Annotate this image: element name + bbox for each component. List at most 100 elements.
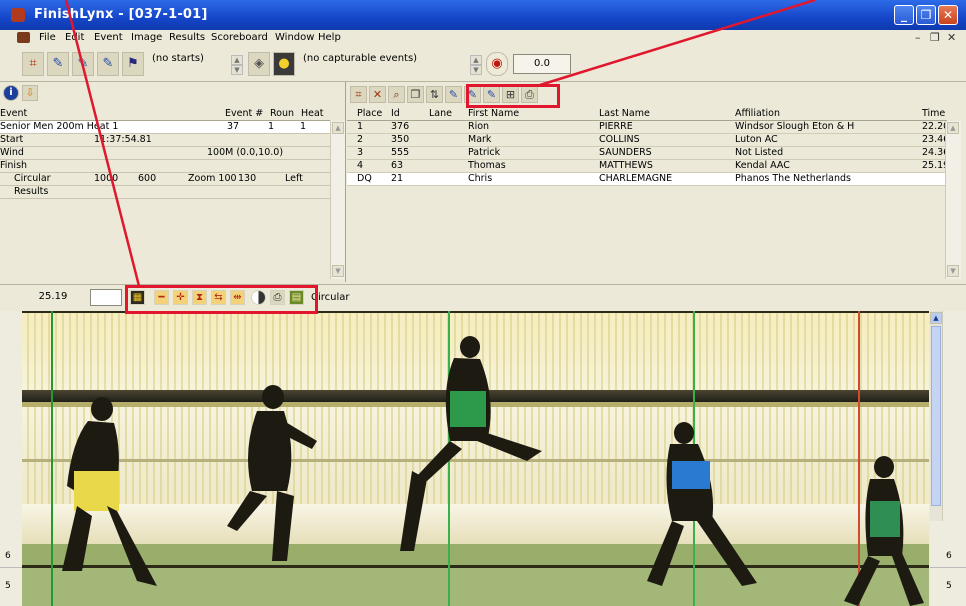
events-spin-up[interactable]: ▲ [470, 55, 482, 65]
starts-spin-down[interactable]: ▼ [231, 65, 243, 75]
edit-results-icon[interactable]: ✎ [445, 86, 462, 103]
image-tools-highlight [125, 285, 318, 314]
mdi-close-button[interactable]: ✕ [947, 31, 956, 44]
result-place: 4 [357, 160, 364, 171]
wind-value: 100M (0.0,10.0) [207, 147, 284, 158]
result-row[interactable]: 3 555 Patrick SAUNDERS Not Listed 24.36 [347, 147, 949, 160]
runner-silhouettes [62, 336, 924, 606]
minimize-button[interactable]: _ [894, 5, 914, 25]
mdi-restore-button[interactable]: ❐ [930, 31, 940, 44]
photo-finish-image[interactable] [22, 311, 929, 606]
finish-row[interactable]: Finish [0, 160, 330, 173]
result-affiliation: Not Listed [735, 147, 784, 158]
finish-label: Finish [0, 160, 28, 171]
starts-spin-up[interactable]: ▲ [231, 55, 243, 65]
result-row[interactable]: 1 376 Rion PIERRE Windsor Slough Eton & H 22.… [347, 121, 949, 134]
left-lane-5: 5 [5, 581, 11, 591]
result-id: 376 [391, 121, 410, 132]
results-scrollbar[interactable]: ▲ ▼ [945, 121, 961, 279]
result-place: DQ [357, 173, 372, 184]
results-row[interactable]: Results [0, 186, 330, 199]
runner-4 [647, 422, 757, 586]
result-id: 350 [391, 134, 410, 145]
result-last-name: SAUNDERS [599, 147, 652, 158]
wind-row[interactable]: Wind 100M (0.0,10.0) [0, 147, 330, 160]
wind-label: Wind [0, 147, 24, 158]
menu-bar: File Edit Event Image Results Scoreboard… [0, 30, 966, 47]
left-lane-6: 6 [5, 551, 11, 561]
header-first-name: First Name [468, 108, 520, 119]
info-icon[interactable]: i [3, 85, 19, 101]
result-last-name: PIERRE [599, 121, 633, 132]
menu-results[interactable]: Results [169, 32, 205, 43]
image-input-field[interactable] [90, 289, 122, 306]
close-button[interactable]: ✕ [938, 5, 958, 25]
result-first-name: Mark [468, 134, 492, 145]
events-spin-down[interactable]: ▼ [470, 65, 482, 75]
scroll-down-arrow[interactable]: ▼ [332, 265, 344, 277]
runner-2 [227, 385, 317, 561]
menu-window[interactable]: Window [275, 32, 314, 43]
results-scroll-up-arrow[interactable]: ▲ [947, 122, 959, 134]
result-first-name: Thomas [468, 160, 506, 171]
right-lane-6: 6 [946, 551, 952, 561]
document-icon[interactable] [17, 32, 30, 43]
header-event: Event [0, 108, 28, 119]
event-grid-header: Event Event # Roun Heat [0, 108, 330, 121]
results-label: Results [14, 186, 49, 197]
menu-edit[interactable]: Edit [65, 32, 84, 43]
result-first-name: Chris [468, 173, 493, 184]
download-arrow-icon[interactable]: ⇩ [22, 85, 38, 101]
stopwatch-icon[interactable]: ◉ [486, 52, 508, 76]
result-row[interactable]: DQ 21 Chris CHARLEMAGNE Phanos The Netherlan… [347, 173, 947, 186]
menu-help[interactable]: Help [318, 32, 341, 43]
event-row[interactable]: Senior Men 200m Heat 1 37 1 1 [0, 121, 330, 134]
circular-value-1: 1000 [94, 173, 119, 184]
delete-icon[interactable]: ✕ [369, 86, 386, 103]
menu-image[interactable]: Image [131, 32, 162, 43]
event-name: Senior Men 200m Heat 1 [0, 121, 119, 132]
header-heat: Heat [301, 108, 324, 119]
sort-icon[interactable]: ⇅ [426, 86, 443, 103]
event-panel: i ⇩ Event Event # Roun Heat Senior Men 2… [0, 82, 346, 282]
save-event-icon[interactable]: ✎ [72, 52, 94, 76]
mdi-minimize-button[interactable]: – [915, 31, 921, 44]
menu-file[interactable]: File [39, 32, 56, 43]
results-scroll-down-arrow[interactable]: ▼ [947, 265, 959, 277]
header-round: Roun [270, 108, 295, 119]
search-icon[interactable]: ⌕ [388, 86, 405, 103]
result-row[interactable]: 4 63 Thomas MATTHEWS Kendal AAC 25.19 [347, 160, 949, 173]
capturable-events-combo[interactable]: (no capturable events) [300, 51, 465, 77]
results-panel: ⌗ ✕ ⌕ ❐ ⇅ ✎ ✎ ✎ ⊞ ⎙ Place Id Lane First … [347, 82, 966, 282]
start-row[interactable]: Start 11:37:54.81 [0, 134, 330, 147]
photo-scrollbar[interactable]: ▲ [930, 311, 943, 521]
result-row[interactable]: 2 350 Mark COLLINS Luton AC 23.46 [347, 134, 949, 147]
event-round: 1 [268, 121, 275, 132]
new-event-icon[interactable]: ✎ [97, 52, 119, 76]
circular-row[interactable]: Circular 1000 600 Zoom 100 130 Left [0, 173, 330, 186]
menu-scoreboard[interactable]: Scoreboard [211, 32, 268, 43]
result-affiliation: Luton AC [735, 134, 778, 145]
photo-scroll-up-arrow[interactable]: ▲ [930, 312, 942, 324]
time-display: 0.0 [513, 54, 571, 74]
copy-icon[interactable]: ❐ [407, 86, 424, 103]
starts-combo[interactable]: (no starts) [149, 51, 229, 77]
result-affiliation: Windsor Slough Eton & H [735, 121, 855, 132]
starter-icon[interactable]: ⚑ [122, 52, 144, 76]
circular-direction: Left [285, 173, 303, 184]
capture-grid-icon[interactable]: ⌗ [350, 86, 367, 103]
maximize-button[interactable]: ❐ [916, 5, 936, 25]
result-place: 3 [357, 147, 364, 158]
result-first-name: Patrick [468, 147, 501, 158]
capture-grid-icon[interactable]: ⌗ [22, 52, 44, 76]
traffic-light-icon[interactable]: ● [273, 52, 295, 76]
menu-event[interactable]: Event [94, 32, 123, 43]
result-last-name: CHARLEMAGNE [599, 173, 673, 184]
header-last-name: Last Name [599, 108, 650, 119]
circular-label: Circular [14, 173, 51, 184]
camera-icon[interactable]: ◈ [248, 52, 270, 76]
open-event-icon[interactable]: ✎ [47, 52, 69, 76]
event-panel-scrollbar[interactable]: ▲ ▼ [330, 121, 345, 279]
scroll-up-arrow[interactable]: ▲ [332, 122, 344, 134]
photo-scroll-thumb[interactable] [931, 326, 941, 506]
